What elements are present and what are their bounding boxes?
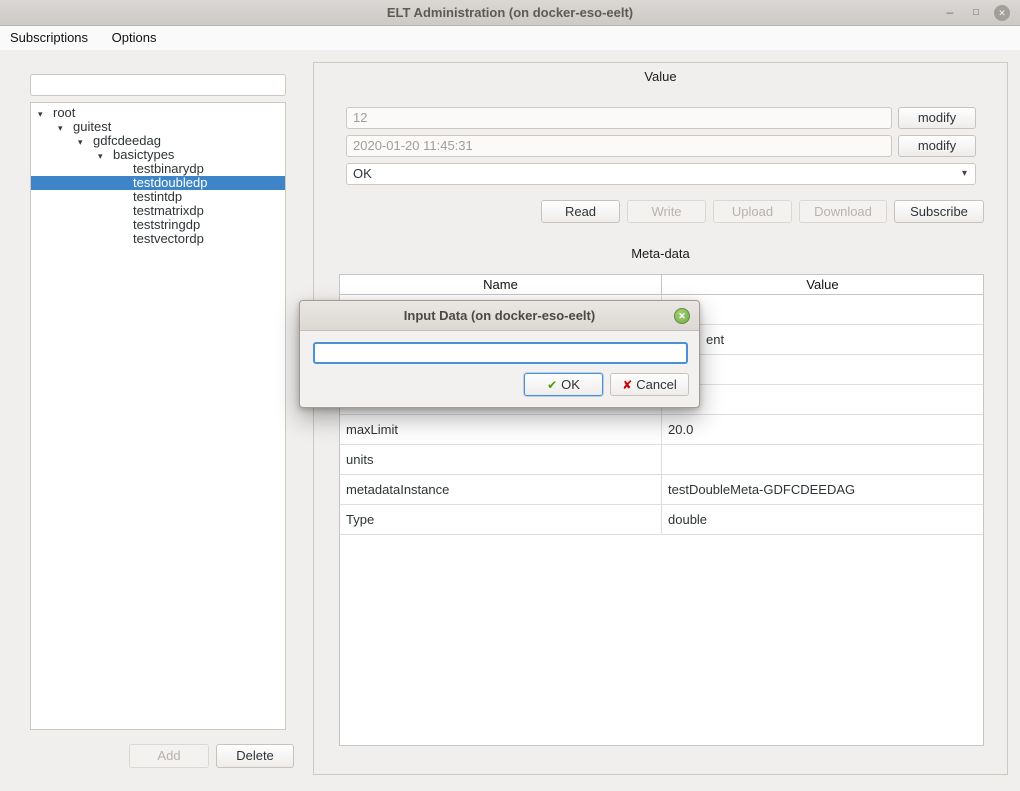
input-data-dialog: Input Data (on docker-eso-eelt) ✕ ✔ OK ✘ C… (299, 300, 700, 408)
quality-dropdown[interactable]: OK ▾ (346, 163, 976, 185)
table-row[interactable]: metadataInstance testDoubleMeta-GDFCDEED… (340, 475, 983, 505)
tree-item-label: gdfcdeedag (93, 133, 161, 148)
tree-item-guitest[interactable]: ▾guitest (31, 120, 285, 134)
close-button[interactable]: ✕ (994, 5, 1010, 21)
check-icon: ✔ (547, 378, 557, 392)
tree-item-label: root (53, 105, 75, 120)
dialog-close-button[interactable]: ✕ (674, 308, 690, 324)
title-bar: ELT Administration (on docker-eso-eelt) … (0, 0, 1020, 26)
tree-item-gdfcdeedag[interactable]: ▾gdfcdeedag (31, 134, 285, 148)
delete-button[interactable]: Delete (216, 744, 294, 768)
expander-icon[interactable]: ▾ (38, 107, 53, 121)
tree-item-testdoubledp[interactable]: testdoubledp (31, 176, 285, 190)
cell-value (662, 295, 983, 324)
value-section-title: Value (314, 69, 1007, 84)
tree-item-basictypes[interactable]: ▾basictypes (31, 148, 285, 162)
quality-dropdown-value: OK (353, 166, 372, 181)
download-button[interactable]: Download (799, 200, 887, 223)
expander-icon[interactable]: ▾ (78, 135, 93, 149)
table-row[interactable]: maxLimit 20.0 (340, 415, 983, 445)
chevron-down-icon: ▾ (962, 164, 967, 184)
column-header-name: Name (340, 275, 662, 294)
tree-item-testmatrixdp[interactable]: testmatrixdp (31, 204, 285, 218)
minimize-button[interactable]: – (942, 5, 958, 21)
cell-value: 20.0 (662, 415, 983, 444)
cell-value: double (662, 505, 983, 534)
column-header-value: Value (662, 275, 983, 294)
expander-icon[interactable]: ▾ (98, 149, 113, 163)
menu-item-options[interactable]: Options (110, 26, 167, 49)
tree-item-label: testmatrixdp (133, 203, 204, 218)
tree-item-label: teststringdp (133, 217, 200, 232)
tree-item-teststringdp[interactable]: teststringdp (31, 218, 285, 232)
cell-name: units (340, 445, 662, 474)
dialog-title: Input Data (on docker-eso-eelt) (300, 301, 699, 331)
value-action-row: Read Write Upload Download Subscribe (541, 200, 984, 223)
menu-bar: Subscriptions Options (0, 26, 1020, 50)
tree-filter-input[interactable] (30, 74, 286, 96)
tree-item-label: testintdp (133, 189, 182, 204)
dialog-title-bar: Input Data (on docker-eso-eelt) (300, 301, 699, 331)
metadata-section-title: Meta-data (314, 246, 1007, 261)
window-title: ELT Administration (on docker-eso-eelt) (0, 0, 1020, 26)
modify-timestamp-button[interactable]: modify (898, 135, 976, 157)
table-row[interactable]: units (340, 445, 983, 475)
tree-item-testintdp[interactable]: testintdp (31, 190, 285, 204)
tree-item-root[interactable]: ▾root (31, 106, 285, 120)
cell-value: ent (662, 325, 983, 354)
ok-button[interactable]: ✔ OK (524, 373, 603, 396)
maximize-button[interactable]: □ (968, 5, 984, 21)
tree-item-testbinarydp[interactable]: testbinarydp (31, 162, 285, 176)
tree-item-label: basictypes (113, 147, 174, 162)
tree-item-label: guitest (73, 119, 111, 134)
tree-item-label: testdoubledp (133, 175, 207, 190)
cell-value (662, 445, 983, 474)
cancel-button-label: Cancel (636, 377, 676, 392)
cross-icon: ✘ (622, 378, 632, 392)
table-row[interactable]: Type double (340, 505, 983, 535)
cell-value (662, 385, 983, 414)
tree-item-label: testvectordp (133, 231, 204, 246)
cell-value (662, 355, 983, 384)
cancel-button[interactable]: ✘ Cancel (610, 373, 689, 396)
cell-value: testDoubleMeta-GDFCDEEDAG (662, 475, 983, 504)
tree-item-label: testbinarydp (133, 161, 204, 176)
app-window: ELT Administration (on docker-eso-eelt) … (0, 0, 1020, 791)
menu-item-subscriptions[interactable]: Subscriptions (8, 26, 98, 49)
add-button[interactable]: Add (129, 744, 209, 768)
read-button[interactable]: Read (541, 200, 620, 223)
cell-name: Type (340, 505, 662, 534)
right-panel: Value 12 modify 2020-01-20 11:45:31 modi… (313, 62, 1008, 775)
cell-name: metadataInstance (340, 475, 662, 504)
value-input[interactable]: 12 (346, 107, 892, 129)
cell-name: maxLimit (340, 415, 662, 444)
metadata-table-header: Name Value (340, 275, 983, 295)
tree-item-testvectordp[interactable]: testvectordp (31, 232, 285, 246)
expander-icon[interactable]: ▾ (58, 121, 73, 135)
dialog-text-input[interactable] (313, 342, 688, 364)
timestamp-input[interactable]: 2020-01-20 11:45:31 (346, 135, 892, 157)
subscribe-button[interactable]: Subscribe (894, 200, 984, 223)
modify-value-button[interactable]: modify (898, 107, 976, 129)
write-button[interactable]: Write (627, 200, 706, 223)
ok-button-label: OK (561, 377, 580, 392)
datapoint-tree: ▾root ▾guitest ▾gdfcdeedag ▾basictypes t… (30, 102, 286, 730)
upload-button[interactable]: Upload (713, 200, 792, 223)
